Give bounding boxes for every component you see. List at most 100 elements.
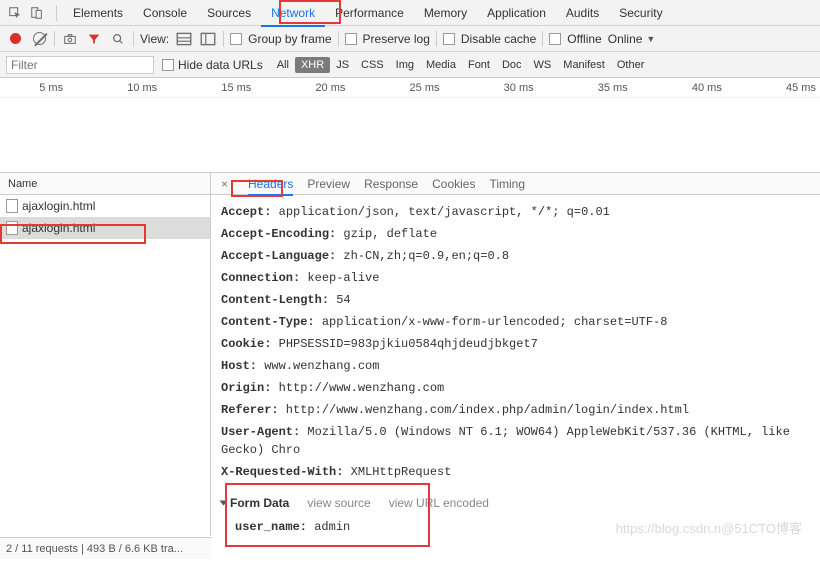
hide-data-urls[interactable]: Hide data URLs: [162, 58, 263, 72]
tab-sources[interactable]: Sources: [197, 0, 261, 26]
header-line: Origin: http://www.wenzhang.com: [221, 377, 810, 399]
form-data-label[interactable]: Form Data: [230, 496, 289, 510]
file-icon: [6, 221, 18, 235]
tab-elements[interactable]: Elements: [63, 0, 133, 26]
type-filter-img[interactable]: Img: [390, 57, 420, 73]
tab-security[interactable]: Security: [609, 0, 672, 26]
request-row[interactable]: ajaxlogin.html: [0, 217, 210, 239]
header-line: Accept-Encoding: gzip, deflate: [221, 223, 810, 245]
header-line: Connection: keep-alive: [221, 267, 810, 289]
header-line: Content-Length: 54: [221, 289, 810, 311]
separator: [133, 31, 134, 47]
type-filter-manifest[interactable]: Manifest: [557, 57, 611, 73]
header-line: Content-Type: application/x-www-form-url…: [221, 311, 810, 333]
view-label: View:: [140, 32, 169, 46]
detail-tab-headers[interactable]: Headers: [248, 173, 293, 195]
timeline-tick: 5 ms: [0, 78, 67, 97]
offline-checkbox[interactable]: [549, 33, 561, 45]
timeline-tick: 10 ms: [67, 78, 161, 97]
detail-body: Accept: application/json, text/javascrip…: [211, 195, 820, 536]
timeline-tick: 25 ms: [349, 78, 443, 97]
view-source-link[interactable]: view source: [307, 496, 370, 510]
type-filter-js[interactable]: JS: [330, 57, 355, 73]
main-tabbar: ElementsConsoleSourcesNetworkPerformance…: [0, 0, 820, 26]
timeline-tick: 15 ms: [161, 78, 255, 97]
filter-icon[interactable]: [85, 30, 103, 48]
timeline-tick: 40 ms: [632, 78, 726, 97]
header-line: Cookie: PHPSESSID=983pjkiu0584qhjdeudjbk…: [221, 333, 810, 355]
disable-cache-checkbox[interactable]: [443, 33, 455, 45]
detail-tab-response[interactable]: Response: [364, 173, 418, 195]
type-filter-other[interactable]: Other: [611, 57, 651, 73]
header-line: Accept: application/json, text/javascrip…: [221, 201, 810, 223]
header-line: X-Requested-With: XMLHttpRequest: [221, 461, 810, 483]
detail-tab-cookies[interactable]: Cookies: [432, 173, 475, 195]
timeline-ticks: 5 ms10 ms15 ms20 ms25 ms30 ms35 ms40 ms4…: [0, 78, 820, 98]
camera-icon[interactable]: [61, 30, 79, 48]
detail-panel: × Headers Preview Response Cookies Timing Ac…: [211, 173, 820, 536]
tab-memory[interactable]: Memory: [414, 0, 477, 26]
type-filter-media[interactable]: Media: [420, 57, 462, 73]
request-list-panel: Name ajaxlogin.html ajaxlogin.html: [0, 173, 211, 536]
header-line: Accept-Language: zh-CN,zh;q=0.9,en;q=0.8: [221, 245, 810, 267]
separator: [542, 31, 543, 47]
device-toolbar-icon[interactable]: [28, 4, 46, 22]
timeline[interactable]: 5 ms10 ms15 ms20 ms25 ms30 ms35 ms40 ms4…: [0, 78, 820, 173]
type-filter-doc[interactable]: Doc: [496, 57, 528, 73]
status-bar: 2 / 11 requests | 493 B / 6.6 KB tra...: [0, 537, 212, 559]
record-icon[interactable]: [6, 30, 24, 48]
view-url-encoded-link[interactable]: view URL encoded: [389, 496, 489, 510]
search-icon[interactable]: [109, 30, 127, 48]
filter-input[interactable]: [6, 56, 154, 74]
header-line: Referer: http://www.wenzhang.com/index.p…: [221, 399, 810, 421]
timeline-tick: 20 ms: [255, 78, 349, 97]
form-data-line: user_name: admin: [235, 516, 810, 536]
separator: [223, 31, 224, 47]
network-toolbar: View: Group by frame Preserve log Disabl…: [0, 26, 820, 52]
request-row[interactable]: ajaxlogin.html: [0, 195, 210, 217]
timeline-tick: 30 ms: [444, 78, 538, 97]
tab-application[interactable]: Application: [477, 0, 556, 26]
tab-performance[interactable]: Performance: [325, 0, 414, 26]
type-filter-xhr[interactable]: XHR: [295, 57, 330, 73]
tab-console[interactable]: Console: [133, 0, 197, 26]
inspect-element-icon[interactable]: [6, 4, 24, 22]
header-line: Host: www.wenzhang.com: [221, 355, 810, 377]
disable-label: Disable cache: [461, 32, 536, 46]
type-filter-all[interactable]: All: [271, 57, 295, 73]
type-filters: AllXHRJSCSSImgMediaFontDocWSManifestOthe…: [271, 57, 651, 73]
close-icon[interactable]: ×: [215, 177, 234, 191]
timeline-tick: 45 ms: [726, 78, 820, 97]
file-icon: [6, 199, 18, 213]
separator: [56, 5, 57, 21]
detail-tab-preview[interactable]: Preview: [307, 173, 350, 195]
separator: [54, 31, 55, 47]
offline-label: Offline: [567, 32, 601, 46]
tab-network[interactable]: Network: [261, 0, 325, 26]
group-label: Group by frame: [248, 32, 331, 46]
split-pane: Name ajaxlogin.html ajaxlogin.html × Head…: [0, 173, 820, 536]
filter-bar: Hide data URLs AllXHRJSCSSImgMediaFontDo…: [0, 52, 820, 78]
type-filter-ws[interactable]: WS: [528, 57, 558, 73]
request-name: ajaxlogin.html: [22, 221, 95, 235]
detail-tab-timing[interactable]: Timing: [489, 173, 525, 195]
request-list-header[interactable]: Name: [0, 173, 210, 195]
hide-urls-label: Hide data URLs: [178, 58, 263, 72]
request-name: ajaxlogin.html: [22, 199, 95, 213]
timeline-tick: 35 ms: [538, 78, 632, 97]
stop-icon[interactable]: [30, 30, 48, 48]
view-large-icon[interactable]: [175, 30, 193, 48]
tab-audits[interactable]: Audits: [556, 0, 609, 26]
preserve-log-checkbox[interactable]: [345, 33, 357, 45]
header-line: User-Agent: Mozilla/5.0 (Windows NT 6.1;…: [221, 421, 810, 461]
group-by-frame-checkbox[interactable]: [230, 33, 242, 45]
separator: [436, 31, 437, 47]
chevron-down-icon: ▼: [646, 34, 655, 44]
view-small-icon[interactable]: [199, 30, 217, 48]
type-filter-font[interactable]: Font: [462, 57, 496, 73]
type-filter-css[interactable]: CSS: [355, 57, 390, 73]
throttling-select[interactable]: Online▼: [608, 32, 656, 46]
hide-urls-checkbox[interactable]: [162, 59, 174, 71]
preserve-label: Preserve log: [363, 32, 430, 46]
detail-tabs: × Headers Preview Response Cookies Timing: [211, 173, 820, 195]
